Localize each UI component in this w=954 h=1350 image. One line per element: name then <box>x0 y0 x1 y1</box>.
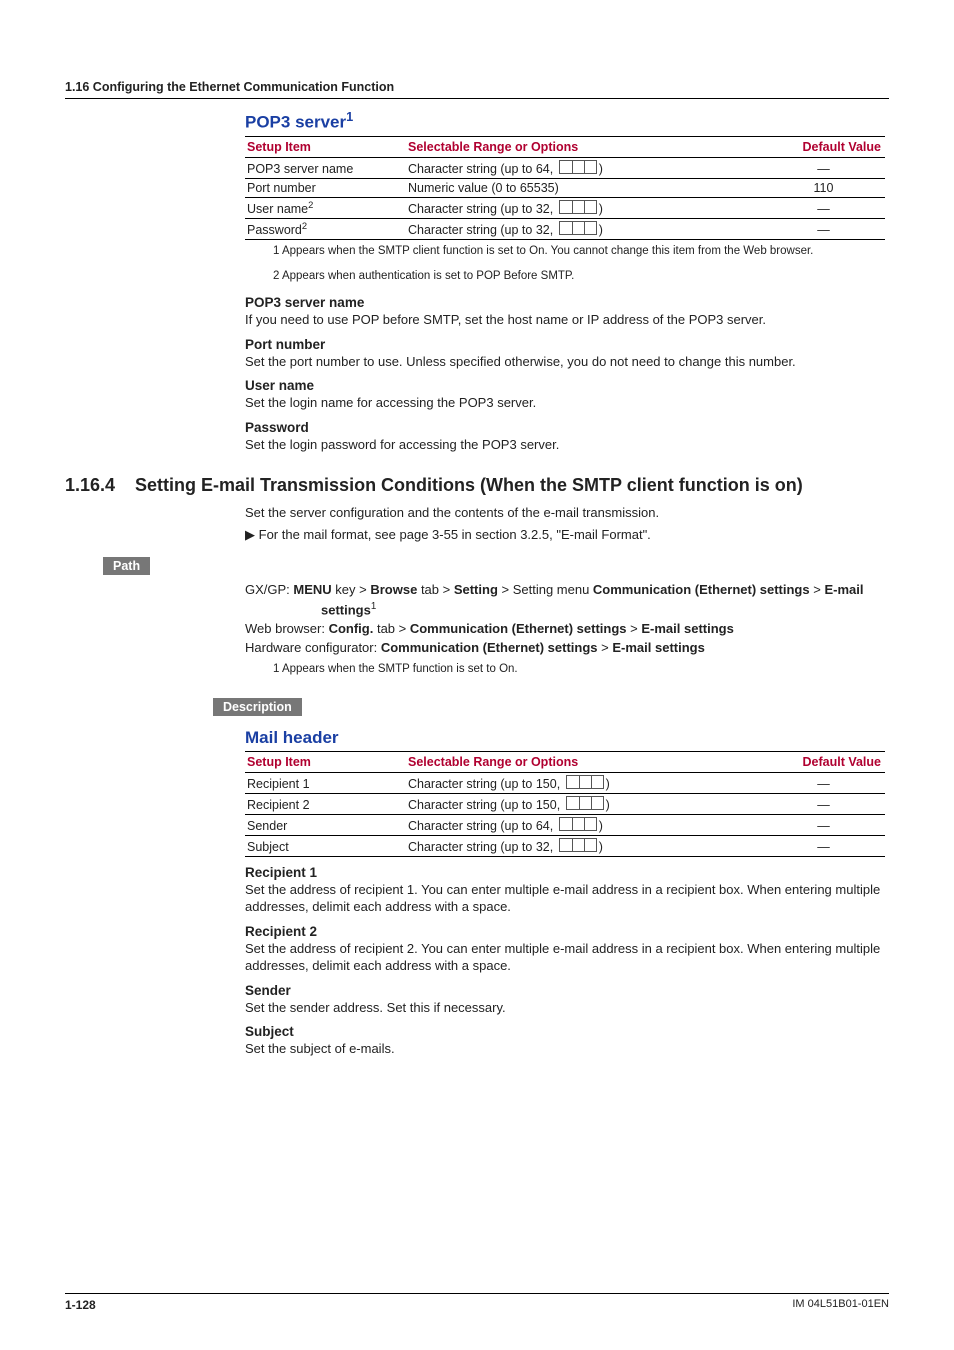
table-row: Recipient 1 Character string (up to 150,… <box>245 772 885 793</box>
pop3-table: Setup Item Selectable Range or Options D… <box>245 136 885 240</box>
running-head: 1.16 Configuring the Ethernet Communicat… <box>65 80 889 94</box>
expl-body: Set the address of recipient 2. You can … <box>245 940 889 975</box>
cell-item: POP3 server name <box>245 157 406 178</box>
cell-range: Character string (up to 32, ) <box>406 835 764 856</box>
doc-id: IM 04L51B01-01EN <box>792 1298 889 1312</box>
cell-default: — <box>764 814 885 835</box>
char-icon <box>566 775 604 789</box>
pop3-footnote-1: 1 Appears when the SMTP client function … <box>273 244 889 260</box>
expl-body: Set the address of recipient 1. You can … <box>245 881 889 916</box>
expl-body: Set the subject of e-mails. <box>245 1040 889 1058</box>
page-number: 1-128 <box>65 1298 96 1312</box>
cell-range: Numeric value (0 to 65535) <box>406 178 764 197</box>
expl-body: Set the login name for accessing the POP… <box>245 394 889 412</box>
table-row: Password2 Character string (up to 32, ) … <box>245 218 885 239</box>
play-icon: ▶ <box>245 527 255 542</box>
cell-item: Subject <box>245 835 406 856</box>
cell-default: — <box>764 157 885 178</box>
section-heading: 1.16.4 Setting E-mail Transmission Condi… <box>65 475 889 496</box>
expl-head: User name <box>245 378 889 393</box>
cell-item: Sender <box>245 814 406 835</box>
col-setup-item: Setup Item <box>245 136 406 157</box>
table-row: Recipient 2 Character string (up to 150,… <box>245 793 885 814</box>
pop3-footnote-2: 2 Appears when authentication is set to … <box>273 269 889 285</box>
expl-body: Set the sender address. Set this if nece… <box>245 999 889 1017</box>
col-default: Default Value <box>764 751 885 772</box>
cell-default: — <box>764 793 885 814</box>
char-icon <box>559 200 597 214</box>
expl-head: POP3 server name <box>245 295 889 310</box>
pop3-title-text: POP3 server <box>245 113 346 132</box>
table-row: Port number Numeric value (0 to 65535) 1… <box>245 178 885 197</box>
cell-item: Password2 <box>245 218 406 239</box>
cell-default: — <box>764 772 885 793</box>
section-number: 1.16.4 <box>65 475 135 496</box>
col-default: Default Value <box>764 136 885 157</box>
col-range: Selectable Range or Options <box>406 136 764 157</box>
section-intro-1: Set the server configuration and the con… <box>245 504 889 522</box>
cell-default: — <box>764 197 885 218</box>
cell-item: Port number <box>245 178 406 197</box>
expl-head: Recipient 1 <box>245 865 889 880</box>
expl-body: If you need to use POP before SMTP, set … <box>245 311 889 329</box>
expl-head: Port number <box>245 337 889 352</box>
cell-range: Character string (up to 32, ) <box>406 218 764 239</box>
col-setup-item: Setup Item <box>245 751 406 772</box>
char-icon <box>566 796 604 810</box>
table-row: Subject Character string (up to 32, ) — <box>245 835 885 856</box>
char-icon <box>559 221 597 235</box>
expl-head: Sender <box>245 983 889 998</box>
expl-head: Subject <box>245 1024 889 1039</box>
cell-item: Recipient 1 <box>245 772 406 793</box>
char-icon <box>559 817 597 831</box>
pop3-title: POP3 server1 <box>245 109 889 133</box>
cell-range: Character string (up to 32, ) <box>406 197 764 218</box>
cell-item: User name2 <box>245 197 406 218</box>
path-label: Path <box>103 557 150 575</box>
table-row: Sender Character string (up to 64, ) — <box>245 814 885 835</box>
cell-range: Character string (up to 150, ) <box>406 793 764 814</box>
expl-head: Recipient 2 <box>245 924 889 939</box>
description-label: Description <box>213 698 302 716</box>
head-rule <box>65 98 889 99</box>
cell-range: Character string (up to 64, ) <box>406 814 764 835</box>
path-block: GX/GP: MENU key > Browse tab > Setting >… <box>245 581 889 677</box>
expl-body: Set the login password for accessing the… <box>245 436 889 454</box>
col-range: Selectable Range or Options <box>406 751 764 772</box>
pop3-title-sup: 1 <box>346 109 353 124</box>
path-footnote: 1 Appears when the SMTP function is set … <box>273 662 889 678</box>
cell-default: — <box>764 835 885 856</box>
cell-default: — <box>764 218 885 239</box>
section-title: Setting E-mail Transmission Conditions (… <box>135 475 889 496</box>
cell-range: Character string (up to 64, ) <box>406 157 764 178</box>
cell-default: 110 <box>764 178 885 197</box>
char-icon <box>559 160 597 174</box>
expl-head: Password <box>245 420 889 435</box>
char-icon <box>559 838 597 852</box>
section-intro-2: ▶ For the mail format, see page 3-55 in … <box>245 526 889 544</box>
cell-range: Character string (up to 150, ) <box>406 772 764 793</box>
footer: 1-128 IM 04L51B01-01EN <box>65 1293 889 1312</box>
mail-title: Mail header <box>245 728 889 748</box>
table-row: User name2 Character string (up to 32, )… <box>245 197 885 218</box>
cell-item: Recipient 2 <box>245 793 406 814</box>
mail-table: Setup Item Selectable Range or Options D… <box>245 751 885 857</box>
expl-body: Set the port number to use. Unless speci… <box>245 353 889 371</box>
table-row: POP3 server name Character string (up to… <box>245 157 885 178</box>
